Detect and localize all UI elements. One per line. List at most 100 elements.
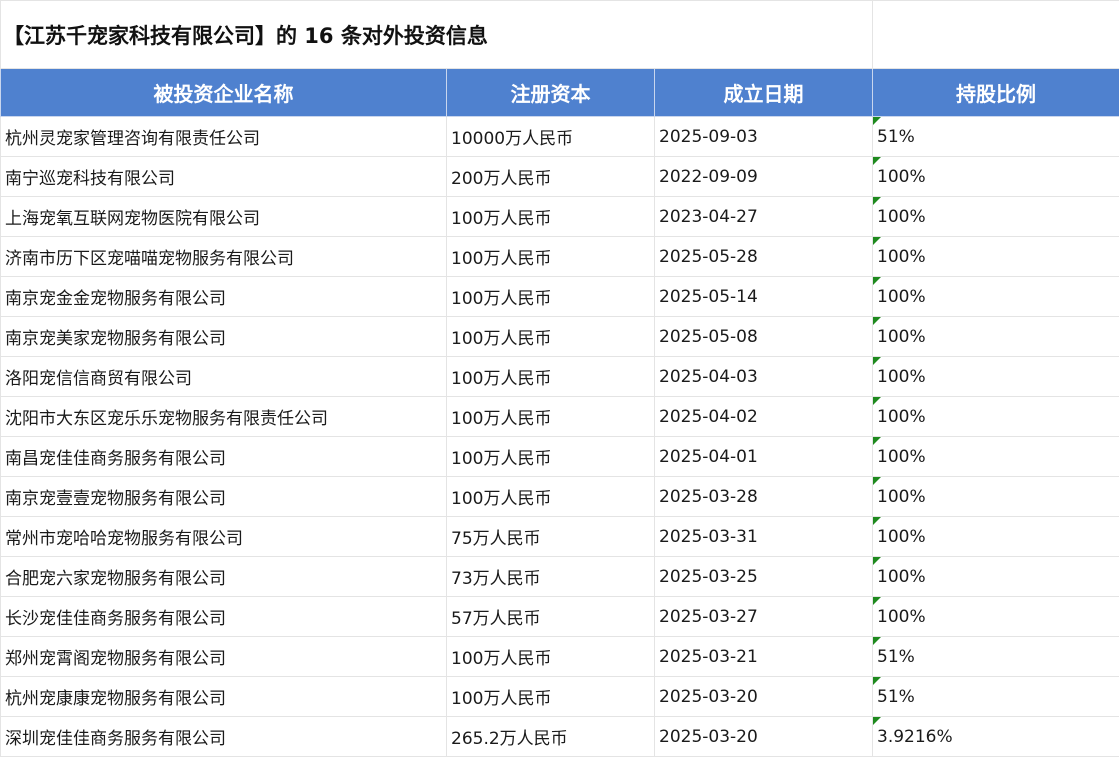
- company-name-cell[interactable]: 深圳宠佳佳商务服务有限公司: [0, 716, 447, 757]
- established-date-cell[interactable]: 2025-04-01: [654, 436, 874, 477]
- company-name-cell[interactable]: 济南市历下区宠喵喵宠物服务有限公司: [0, 236, 447, 277]
- registered-capital-cell[interactable]: 100万人民币: [445, 676, 656, 717]
- company-name-cell[interactable]: 合肥宠六家宠物服务有限公司: [0, 556, 447, 597]
- registered-capital-cell[interactable]: 265.2万人民币: [445, 716, 656, 757]
- share-ratio-cell[interactable]: 100%: [872, 196, 1119, 237]
- number-stored-as-text-indicator-icon: [873, 437, 882, 445]
- column-header-ratio[interactable]: 持股比例: [872, 68, 1119, 117]
- company-name-cell[interactable]: 洛阳宠信信商贸有限公司: [0, 356, 447, 397]
- company-name-cell[interactable]: 南京宠壹壹宠物服务有限公司: [0, 476, 447, 517]
- established-date-cell[interactable]: 2025-03-21: [654, 636, 874, 677]
- share-ratio-cell[interactable]: 100%: [872, 316, 1119, 357]
- table-row: 上海宠氧互联网宠物医院有限公司 100万人民币 2023-04-27 100%: [0, 196, 1119, 237]
- number-stored-as-text-indicator-icon: [873, 597, 882, 605]
- registered-capital-cell[interactable]: 100万人民币: [445, 636, 656, 677]
- established-date-cell[interactable]: 2025-03-28: [654, 476, 874, 517]
- share-ratio-text: 100%: [877, 286, 926, 307]
- registered-capital-cell[interactable]: 73万人民币: [445, 556, 656, 597]
- established-date-cell[interactable]: 2025-03-25: [654, 556, 874, 597]
- column-header-date[interactable]: 成立日期: [654, 68, 874, 117]
- registered-capital-cell[interactable]: 100万人民币: [445, 196, 656, 237]
- share-ratio-cell[interactable]: 100%: [872, 516, 1119, 557]
- registered-capital-cell[interactable]: 57万人民币: [445, 596, 656, 637]
- sheet-title[interactable]: 【江苏千宠家科技有限公司】的 16 条对外投资信息: [0, 0, 655, 69]
- company-name-cell[interactable]: 南京宠金金宠物服务有限公司: [0, 276, 447, 317]
- share-ratio-text: 51%: [877, 646, 915, 667]
- established-date-cell[interactable]: 2025-05-14: [654, 276, 874, 317]
- number-stored-as-text-indicator-icon: [873, 557, 882, 565]
- table-row: 杭州灵宠家管理咨询有限责任公司 10000万人民币 2025-09-03 51%: [0, 116, 1119, 157]
- registered-capital-cell[interactable]: 100万人民币: [445, 236, 656, 277]
- share-ratio-text: 100%: [877, 166, 926, 187]
- table-row: 合肥宠六家宠物服务有限公司 73万人民币 2025-03-25 100%: [0, 556, 1119, 597]
- share-ratio-cell[interactable]: 100%: [872, 156, 1119, 197]
- established-date-cell[interactable]: 2022-09-09: [654, 156, 874, 197]
- registered-capital-cell[interactable]: 200万人民币: [445, 156, 656, 197]
- registered-capital-cell[interactable]: 10000万人民币: [445, 116, 656, 157]
- share-ratio-text: 100%: [877, 566, 926, 587]
- share-ratio-cell[interactable]: 51%: [872, 676, 1119, 717]
- column-header-name[interactable]: 被投资企业名称: [0, 68, 447, 117]
- table-row: 杭州宠康康宠物服务有限公司 100万人民币 2025-03-20 51%: [0, 676, 1119, 717]
- established-date-cell[interactable]: 2025-03-20: [654, 716, 874, 757]
- share-ratio-text: 100%: [877, 406, 926, 427]
- column-header-capital[interactable]: 注册资本: [445, 68, 656, 117]
- company-name-cell[interactable]: 上海宠氧互联网宠物医院有限公司: [0, 196, 447, 237]
- number-stored-as-text-indicator-icon: [873, 317, 882, 325]
- spreadsheet: 【江苏千宠家科技有限公司】的 16 条对外投资信息 被投资企业名称 注册资本 成…: [0, 0, 1119, 757]
- registered-capital-cell[interactable]: 100万人民币: [445, 436, 656, 477]
- share-ratio-cell[interactable]: 51%: [872, 636, 1119, 677]
- share-ratio-cell[interactable]: 51%: [872, 116, 1119, 157]
- established-date-cell[interactable]: 2025-05-28: [654, 236, 874, 277]
- registered-capital-cell[interactable]: 75万人民币: [445, 516, 656, 557]
- share-ratio-text: 100%: [877, 606, 926, 627]
- empty-cell[interactable]: [654, 0, 874, 69]
- share-ratio-cell[interactable]: 100%: [872, 276, 1119, 317]
- company-name-cell[interactable]: 南昌宠佳佳商务服务有限公司: [0, 436, 447, 477]
- number-stored-as-text-indicator-icon: [873, 117, 882, 125]
- share-ratio-cell[interactable]: 100%: [872, 236, 1119, 277]
- established-date-cell[interactable]: 2025-03-20: [654, 676, 874, 717]
- number-stored-as-text-indicator-icon: [873, 197, 882, 205]
- company-name-cell[interactable]: 南京宠美家宠物服务有限公司: [0, 316, 447, 357]
- company-name-cell[interactable]: 杭州宠康康宠物服务有限公司: [0, 676, 447, 717]
- company-name-cell[interactable]: 常州市宠哈哈宠物服务有限公司: [0, 516, 447, 557]
- share-ratio-cell[interactable]: 100%: [872, 556, 1119, 597]
- established-date-cell[interactable]: 2025-03-27: [654, 596, 874, 637]
- registered-capital-cell[interactable]: 100万人民币: [445, 396, 656, 437]
- table-row: 南京宠壹壹宠物服务有限公司 100万人民币 2025-03-28 100%: [0, 476, 1119, 517]
- share-ratio-text: 100%: [877, 526, 926, 547]
- share-ratio-cell[interactable]: 100%: [872, 436, 1119, 477]
- established-date-cell[interactable]: 2025-05-08: [654, 316, 874, 357]
- share-ratio-cell[interactable]: 100%: [872, 476, 1119, 517]
- table-row: 南宁巡宠科技有限公司 200万人民币 2022-09-09 100%: [0, 156, 1119, 197]
- empty-cell[interactable]: [872, 0, 1119, 69]
- registered-capital-cell[interactable]: 100万人民币: [445, 276, 656, 317]
- share-ratio-cell[interactable]: 100%: [872, 596, 1119, 637]
- share-ratio-cell[interactable]: 100%: [872, 356, 1119, 397]
- established-date-cell[interactable]: 2025-03-31: [654, 516, 874, 557]
- share-ratio-text: 100%: [877, 206, 926, 227]
- established-date-cell[interactable]: 2023-04-27: [654, 196, 874, 237]
- registered-capital-cell[interactable]: 100万人民币: [445, 476, 656, 517]
- company-name-cell[interactable]: 杭州灵宠家管理咨询有限责任公司: [0, 116, 447, 157]
- registered-capital-cell[interactable]: 100万人民币: [445, 316, 656, 357]
- company-name-cell[interactable]: 沈阳市大东区宠乐乐宠物服务有限责任公司: [0, 396, 447, 437]
- established-date-cell[interactable]: 2025-04-03: [654, 356, 874, 397]
- number-stored-as-text-indicator-icon: [873, 677, 882, 685]
- established-date-cell[interactable]: 2025-09-03: [654, 116, 874, 157]
- number-stored-as-text-indicator-icon: [873, 477, 882, 485]
- registered-capital-cell[interactable]: 100万人民币: [445, 356, 656, 397]
- table-row: 常州市宠哈哈宠物服务有限公司 75万人民币 2025-03-31 100%: [0, 516, 1119, 557]
- company-name-cell[interactable]: 南宁巡宠科技有限公司: [0, 156, 447, 197]
- table-row: 洛阳宠信信商贸有限公司 100万人民币 2025-04-03 100%: [0, 356, 1119, 397]
- company-name-cell[interactable]: 长沙宠佳佳商务服务有限公司: [0, 596, 447, 637]
- share-ratio-cell[interactable]: 3.9216%: [872, 716, 1119, 757]
- table-row: 深圳宠佳佳商务服务有限公司 265.2万人民币 2025-03-20 3.9216%: [0, 716, 1119, 757]
- share-ratio-text: 100%: [877, 486, 926, 507]
- share-ratio-cell[interactable]: 100%: [872, 396, 1119, 437]
- number-stored-as-text-indicator-icon: [873, 357, 882, 365]
- established-date-cell[interactable]: 2025-04-02: [654, 396, 874, 437]
- company-name-cell[interactable]: 郑州宠霄阁宠物服务有限公司: [0, 636, 447, 677]
- number-stored-as-text-indicator-icon: [873, 717, 882, 725]
